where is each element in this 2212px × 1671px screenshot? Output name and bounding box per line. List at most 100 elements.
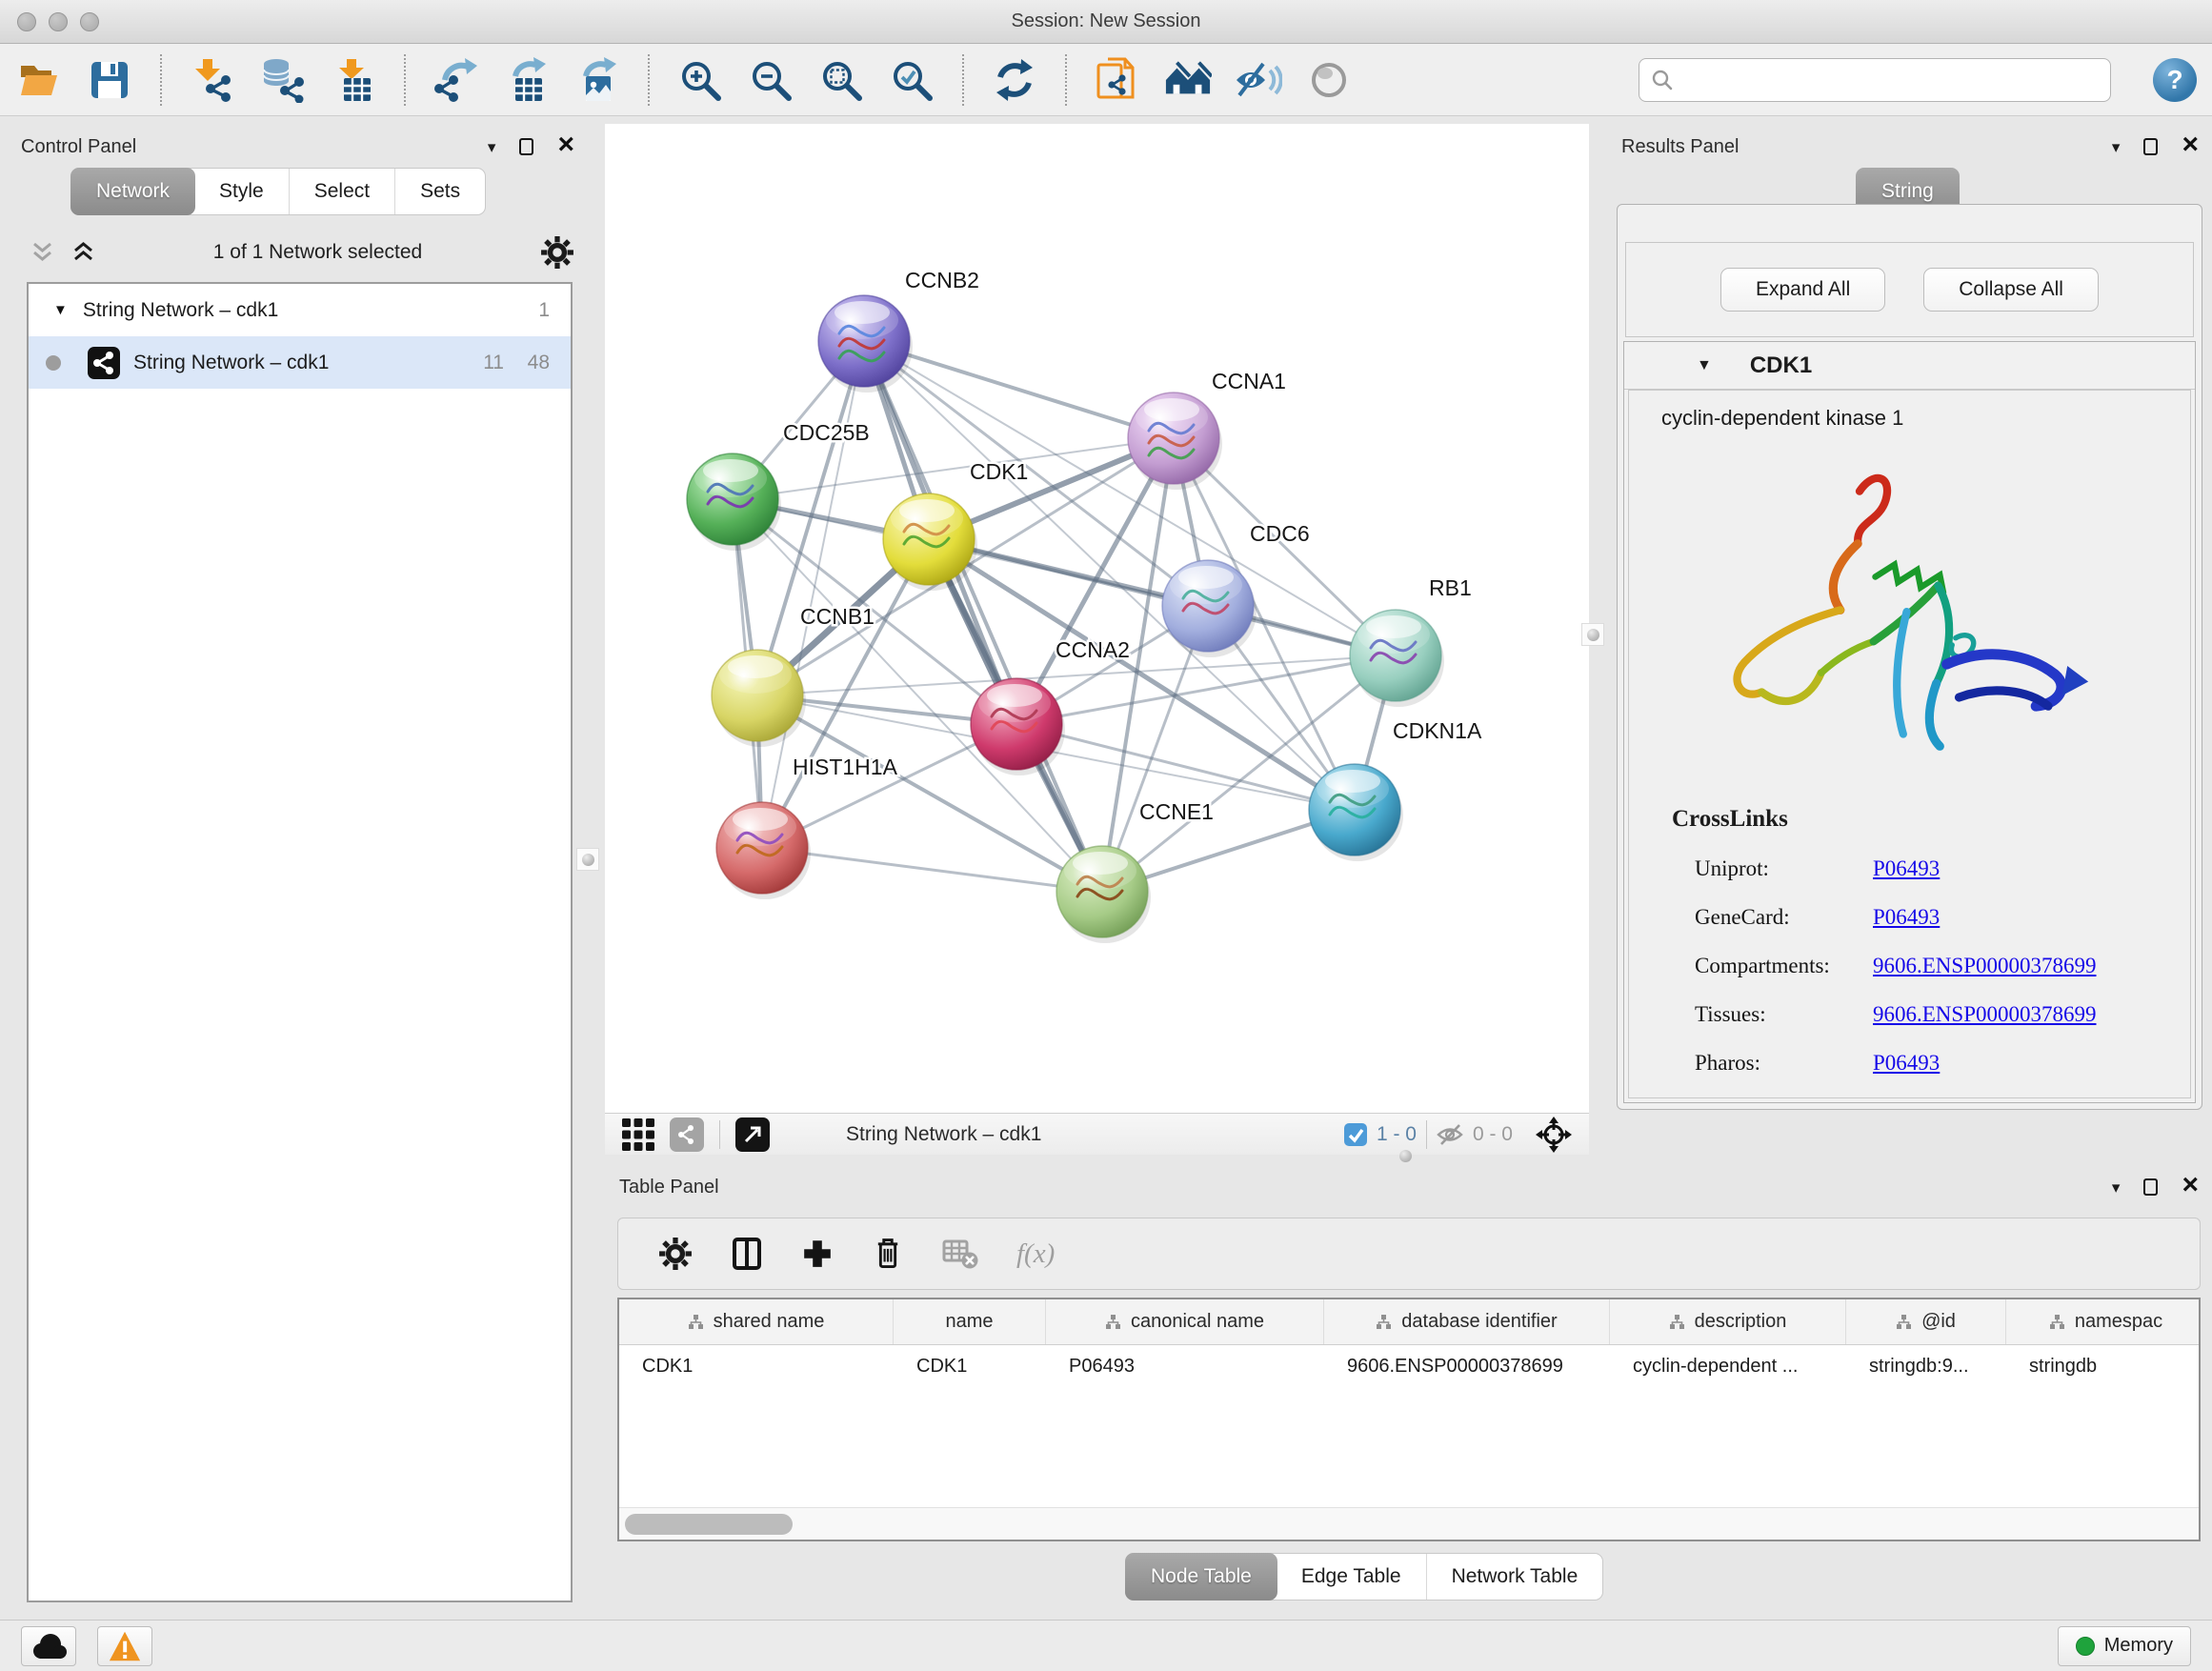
column-header--id[interactable]: @id <box>1846 1299 2006 1344</box>
network-tree-item[interactable]: String Network – cdk1 11 48 <box>29 336 571 389</box>
column-header-name[interactable]: name <box>894 1299 1046 1344</box>
left-splitter-grip[interactable] <box>576 848 599 871</box>
column-header-database-identifier[interactable]: database identifier <box>1324 1299 1610 1344</box>
window-maximize-button[interactable] <box>80 12 99 31</box>
table-cell[interactable]: CDK1 <box>619 1345 894 1387</box>
home-icon[interactable] <box>1164 56 1212 104</box>
help-icon[interactable]: ? <box>2153 58 2197 102</box>
protein-section-header[interactable]: ▼ CDK1 <box>1624 342 2195 390</box>
column-header-description[interactable]: description <box>1610 1299 1846 1344</box>
export-table-icon[interactable] <box>503 56 551 104</box>
table-cell[interactable]: 9606.ENSP00000378699 <box>1324 1345 1610 1387</box>
panel-close-icon[interactable]: × <box>557 131 574 159</box>
table-cell[interactable]: P06493 <box>1046 1345 1324 1387</box>
column-header-canonical-name[interactable]: canonical name <box>1046 1299 1324 1344</box>
expand-all-button[interactable]: Expand All <box>1720 268 1885 312</box>
network-node-CDC6[interactable] <box>1162 560 1257 657</box>
network-tree-root[interactable]: ▼ String Network – cdk1 1 <box>29 284 571 336</box>
import-network-from-database-icon[interactable] <box>259 56 307 104</box>
network-canvas[interactable]: CCNB2CCNA1CDC25BCDK1CDC6RB1CCNB1CCNA2CDK… <box>605 124 1589 1113</box>
tab-style[interactable]: Style <box>194 169 290 214</box>
right-splitter-grip[interactable] <box>1581 623 1604 646</box>
delete-table-icon[interactable] <box>942 1238 978 1270</box>
zoom-out-icon[interactable] <box>747 56 794 104</box>
tab-node-table[interactable]: Node Table <box>1125 1553 1277 1601</box>
memory-button[interactable]: Memory <box>2058 1626 2191 1666</box>
network-node-CCNA2[interactable] <box>971 678 1065 775</box>
crosslink-value-link[interactable]: P06493 <box>1873 905 1940 930</box>
panel-float-icon[interactable] <box>2143 1178 2158 1196</box>
tab-sets[interactable]: Sets <box>395 169 485 214</box>
import-network-from-file-icon[interactable] <box>189 56 236 104</box>
open-session-icon[interactable] <box>15 56 63 104</box>
panel-menu-icon[interactable]: ▾ <box>2112 139 2121 155</box>
cloud-status-button[interactable] <box>21 1626 76 1666</box>
view-grid-icon[interactable] <box>622 1118 654 1151</box>
network-edge-CCNA1-CDC25B[interactable] <box>733 438 1174 499</box>
panel-close-icon[interactable]: × <box>2182 1171 2199 1199</box>
panel-close-icon[interactable]: × <box>2182 131 2199 159</box>
network-node-HIST1H1A[interactable] <box>716 802 811 899</box>
tab-select[interactable]: Select <box>290 169 395 214</box>
network-options-gear-icon[interactable] <box>540 235 574 270</box>
section-collapse-icon[interactable]: ▼ <box>1697 357 1712 374</box>
crosslink-value-link[interactable]: P06493 <box>1873 856 1940 881</box>
clone-network-icon[interactable] <box>1094 56 1141 104</box>
window-minimize-button[interactable] <box>49 12 68 31</box>
panel-menu-icon[interactable]: ▾ <box>488 139 496 155</box>
network-node-CDK1[interactable] <box>883 493 977 591</box>
panel-float-icon[interactable] <box>2143 138 2158 155</box>
tab-edge-table[interactable]: Edge Table <box>1277 1554 1427 1600</box>
zoom-fit-content-icon[interactable] <box>817 56 865 104</box>
hide-graphics-details-icon[interactable] <box>1235 56 1282 104</box>
open-in-new-window-icon[interactable] <box>735 1117 770 1152</box>
export-network-icon[interactable] <box>432 56 480 104</box>
window-close-button[interactable] <box>17 12 36 31</box>
refresh-view-icon[interactable] <box>991 56 1038 104</box>
warnings-button[interactable] <box>97 1626 152 1666</box>
table-cell[interactable]: stringdb:9... <box>1846 1345 2006 1387</box>
panel-float-icon[interactable] <box>519 138 533 155</box>
collapse-all-button[interactable]: Collapse All <box>1923 268 2099 312</box>
table-cell[interactable]: CDK1 <box>894 1345 1046 1387</box>
network-badge-gray-icon[interactable] <box>670 1117 704 1152</box>
tab-network[interactable]: Network <box>70 168 195 215</box>
tree-expand-icon[interactable]: ▼ <box>53 302 68 318</box>
tab-network-table[interactable]: Network Table <box>1427 1554 1603 1600</box>
network-node-CDKN1A[interactable] <box>1309 764 1403 861</box>
show-graphics-details-icon[interactable] <box>1305 56 1353 104</box>
crosslink-value-link[interactable]: P06493 <box>1873 1051 1940 1076</box>
show-columns-icon[interactable] <box>731 1237 763 1271</box>
search-input[interactable] <box>1681 70 2099 91</box>
hidden-eye-icon[interactable] <box>1437 1122 1463 1147</box>
zoom-selected-icon[interactable] <box>888 56 935 104</box>
crosslink-value-link[interactable]: 9606.ENSP00000378699 <box>1873 954 2097 978</box>
network-node-CCNB1[interactable] <box>712 650 806 747</box>
table-settings-gear-icon[interactable] <box>658 1237 693 1271</box>
network-edge-CCNB2-CCNE1[interactable] <box>864 341 1102 892</box>
export-image-icon[interactable] <box>573 56 621 104</box>
import-table-from-file-icon[interactable] <box>330 56 377 104</box>
network-node-CCNA1[interactable] <box>1128 393 1222 490</box>
crosslink-row: Compartments:9606.ENSP00000378699 <box>1695 954 2190 978</box>
save-session-icon[interactable] <box>86 56 133 104</box>
table-cell[interactable]: cyclin-dependent ... <box>1610 1345 1846 1387</box>
column-header-namespac[interactable]: namespac <box>2006 1299 2201 1344</box>
delete-columns-icon[interactable] <box>872 1236 904 1272</box>
expand-all-icon[interactable] <box>71 241 95 264</box>
zoom-in-icon[interactable] <box>676 56 724 104</box>
collapse-all-icon[interactable] <box>30 241 54 264</box>
column-header-shared-name[interactable]: shared name <box>619 1299 894 1344</box>
network-node-RB1[interactable] <box>1350 610 1444 707</box>
network-node-CDC25B[interactable] <box>687 453 781 551</box>
fit-selected-crosshair-icon[interactable] <box>1536 1117 1572 1153</box>
network-node-CCNE1[interactable] <box>1056 846 1151 943</box>
create-column-icon[interactable] <box>801 1238 834 1270</box>
scrollbar-thumb[interactable] <box>625 1514 793 1535</box>
function-builder-icon[interactable]: f(x) <box>1016 1238 1055 1270</box>
panel-menu-icon[interactable]: ▾ <box>2112 1179 2121 1196</box>
network-edge-HIST1H1A-CCNE1[interactable] <box>762 848 1102 892</box>
selected-checkbox-icon[interactable] <box>1344 1123 1367 1146</box>
table-cell[interactable]: stringdb <box>2006 1345 2201 1387</box>
crosslink-value-link[interactable]: 9606.ENSP00000378699 <box>1873 1002 2097 1027</box>
